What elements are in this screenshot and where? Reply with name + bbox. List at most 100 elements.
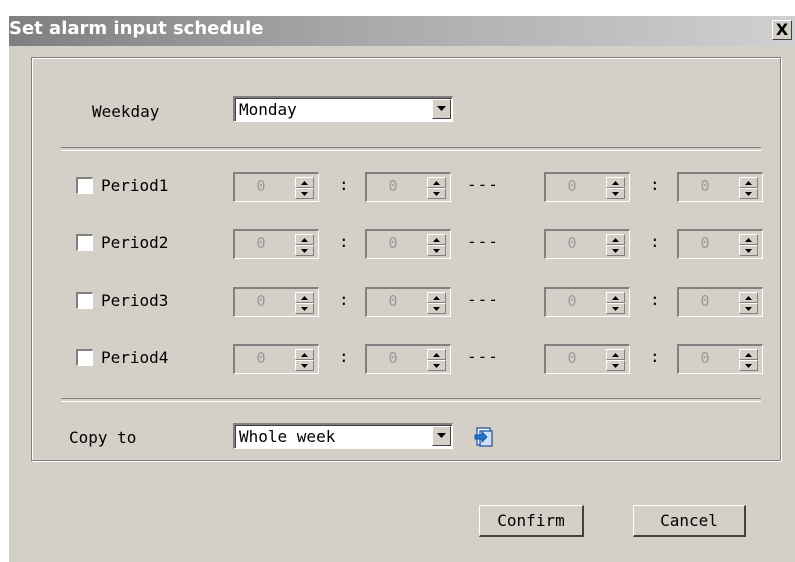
start-hour-spinner[interactable]: 0 <box>233 172 319 202</box>
spin-down-button[interactable] <box>427 245 446 256</box>
chevron-down-icon <box>437 106 446 111</box>
spinner-value: 0 <box>700 292 710 310</box>
spin-down-button[interactable] <box>739 188 758 199</box>
end-minute-spinner[interactable]: 0 <box>677 172 763 202</box>
spin-down-button[interactable] <box>427 303 446 314</box>
range-separator: --- <box>467 347 499 366</box>
end-minute-spinner[interactable]: 0 <box>677 344 763 374</box>
range-separator: --- <box>467 175 499 194</box>
time-separator: : <box>339 347 349 366</box>
spinner-value: 0 <box>567 234 577 252</box>
spinner-value: 0 <box>388 349 398 367</box>
time-separator: : <box>339 175 349 194</box>
spin-up-button[interactable] <box>295 349 314 360</box>
spin-up-button[interactable] <box>427 177 446 188</box>
spin-up-button[interactable] <box>295 177 314 188</box>
start-hour-spinner[interactable]: 0 <box>233 287 319 317</box>
spin-up-button[interactable] <box>739 292 758 303</box>
end-hour-spinner[interactable]: 0 <box>544 229 630 259</box>
spin-up-button[interactable] <box>606 234 625 245</box>
time-separator: : <box>650 290 660 309</box>
chevron-down-icon <box>437 433 446 438</box>
dialog-title: Set alarm input schedule <box>9 18 264 39</box>
spin-up-button[interactable] <box>295 234 314 245</box>
time-separator: : <box>650 347 660 366</box>
spin-down-button[interactable] <box>295 188 314 199</box>
start-minute-spinner[interactable]: 0 <box>365 229 451 259</box>
divider-bottom <box>61 398 761 402</box>
spin-down-button[interactable] <box>606 360 625 371</box>
spin-down-button[interactable] <box>606 245 625 256</box>
start-hour-spinner[interactable]: 0 <box>233 229 319 259</box>
spinner-value: 0 <box>256 177 266 195</box>
time-separator: : <box>339 290 349 309</box>
spin-up-button[interactable] <box>606 292 625 303</box>
spin-down-button[interactable] <box>427 360 446 371</box>
spin-down-button[interactable] <box>295 303 314 314</box>
period-label: Period3 <box>101 291 169 310</box>
end-hour-spinner[interactable]: 0 <box>544 344 630 374</box>
period-checkbox[interactable] <box>76 234 93 251</box>
spin-up-button[interactable] <box>295 292 314 303</box>
copy-to-select[interactable]: Whole week <box>233 423 453 449</box>
end-hour-spinner[interactable]: 0 <box>544 172 630 202</box>
spinner-value: 0 <box>567 177 577 195</box>
spin-up-button[interactable] <box>427 349 446 360</box>
spinner-value: 0 <box>700 349 710 367</box>
start-minute-spinner[interactable]: 0 <box>365 287 451 317</box>
start-minute-spinner[interactable]: 0 <box>365 344 451 374</box>
spin-up-button[interactable] <box>739 177 758 188</box>
copy-to-dropdown-button[interactable] <box>432 426 451 446</box>
spin-down-button[interactable] <box>739 360 758 371</box>
weekday-select[interactable]: Monday <box>233 96 453 122</box>
spinner-value: 0 <box>388 234 398 252</box>
spinner-value: 0 <box>256 234 266 252</box>
confirm-button[interactable]: Confirm <box>479 505 584 537</box>
spinner-value: 0 <box>700 177 710 195</box>
weekday-value: Monday <box>239 100 297 119</box>
weekday-label: Weekday <box>92 102 160 121</box>
time-separator: : <box>650 175 660 194</box>
spin-up-button[interactable] <box>427 234 446 245</box>
spinner-value: 0 <box>256 292 266 310</box>
period-checkbox[interactable] <box>76 177 93 194</box>
spinner-value: 0 <box>256 349 266 367</box>
spin-up-button[interactable] <box>739 349 758 360</box>
spin-up-button[interactable] <box>606 349 625 360</box>
spin-up-button[interactable] <box>427 292 446 303</box>
close-button[interactable]: X <box>772 20 792 40</box>
end-minute-spinner[interactable]: 0 <box>677 287 763 317</box>
spin-up-button[interactable] <box>739 234 758 245</box>
period-checkbox[interactable] <box>76 349 93 366</box>
copy-apply-icon[interactable] <box>473 426 495 448</box>
period-checkbox[interactable] <box>76 292 93 309</box>
divider-top <box>61 147 761 151</box>
end-hour-spinner[interactable]: 0 <box>544 287 630 317</box>
spin-down-button[interactable] <box>739 245 758 256</box>
time-separator: : <box>339 232 349 251</box>
end-minute-spinner[interactable]: 0 <box>677 229 763 259</box>
spin-up-button[interactable] <box>606 177 625 188</box>
period-label: Period1 <box>101 176 169 195</box>
spinner-value: 0 <box>388 292 398 310</box>
period-label: Period2 <box>101 233 169 252</box>
spin-down-button[interactable] <box>606 303 625 314</box>
period-label: Period4 <box>101 348 169 367</box>
copy-to-label: Copy to <box>69 428 137 447</box>
spinner-value: 0 <box>567 292 577 310</box>
spin-down-button[interactable] <box>427 188 446 199</box>
start-hour-spinner[interactable]: 0 <box>233 344 319 374</box>
spinner-value: 0 <box>388 177 398 195</box>
range-separator: --- <box>467 290 499 309</box>
spin-down-button[interactable] <box>739 303 758 314</box>
spinner-value: 0 <box>700 234 710 252</box>
title-bar[interactable]: Set alarm input schedule X <box>9 16 795 46</box>
weekday-dropdown-button[interactable] <box>432 99 451 119</box>
spin-down-button[interactable] <box>295 360 314 371</box>
spin-down-button[interactable] <box>606 188 625 199</box>
spin-down-button[interactable] <box>295 245 314 256</box>
close-icon: X <box>775 20 789 39</box>
start-minute-spinner[interactable]: 0 <box>365 172 451 202</box>
cancel-button[interactable]: Cancel <box>633 505 746 537</box>
time-separator: : <box>650 232 660 251</box>
